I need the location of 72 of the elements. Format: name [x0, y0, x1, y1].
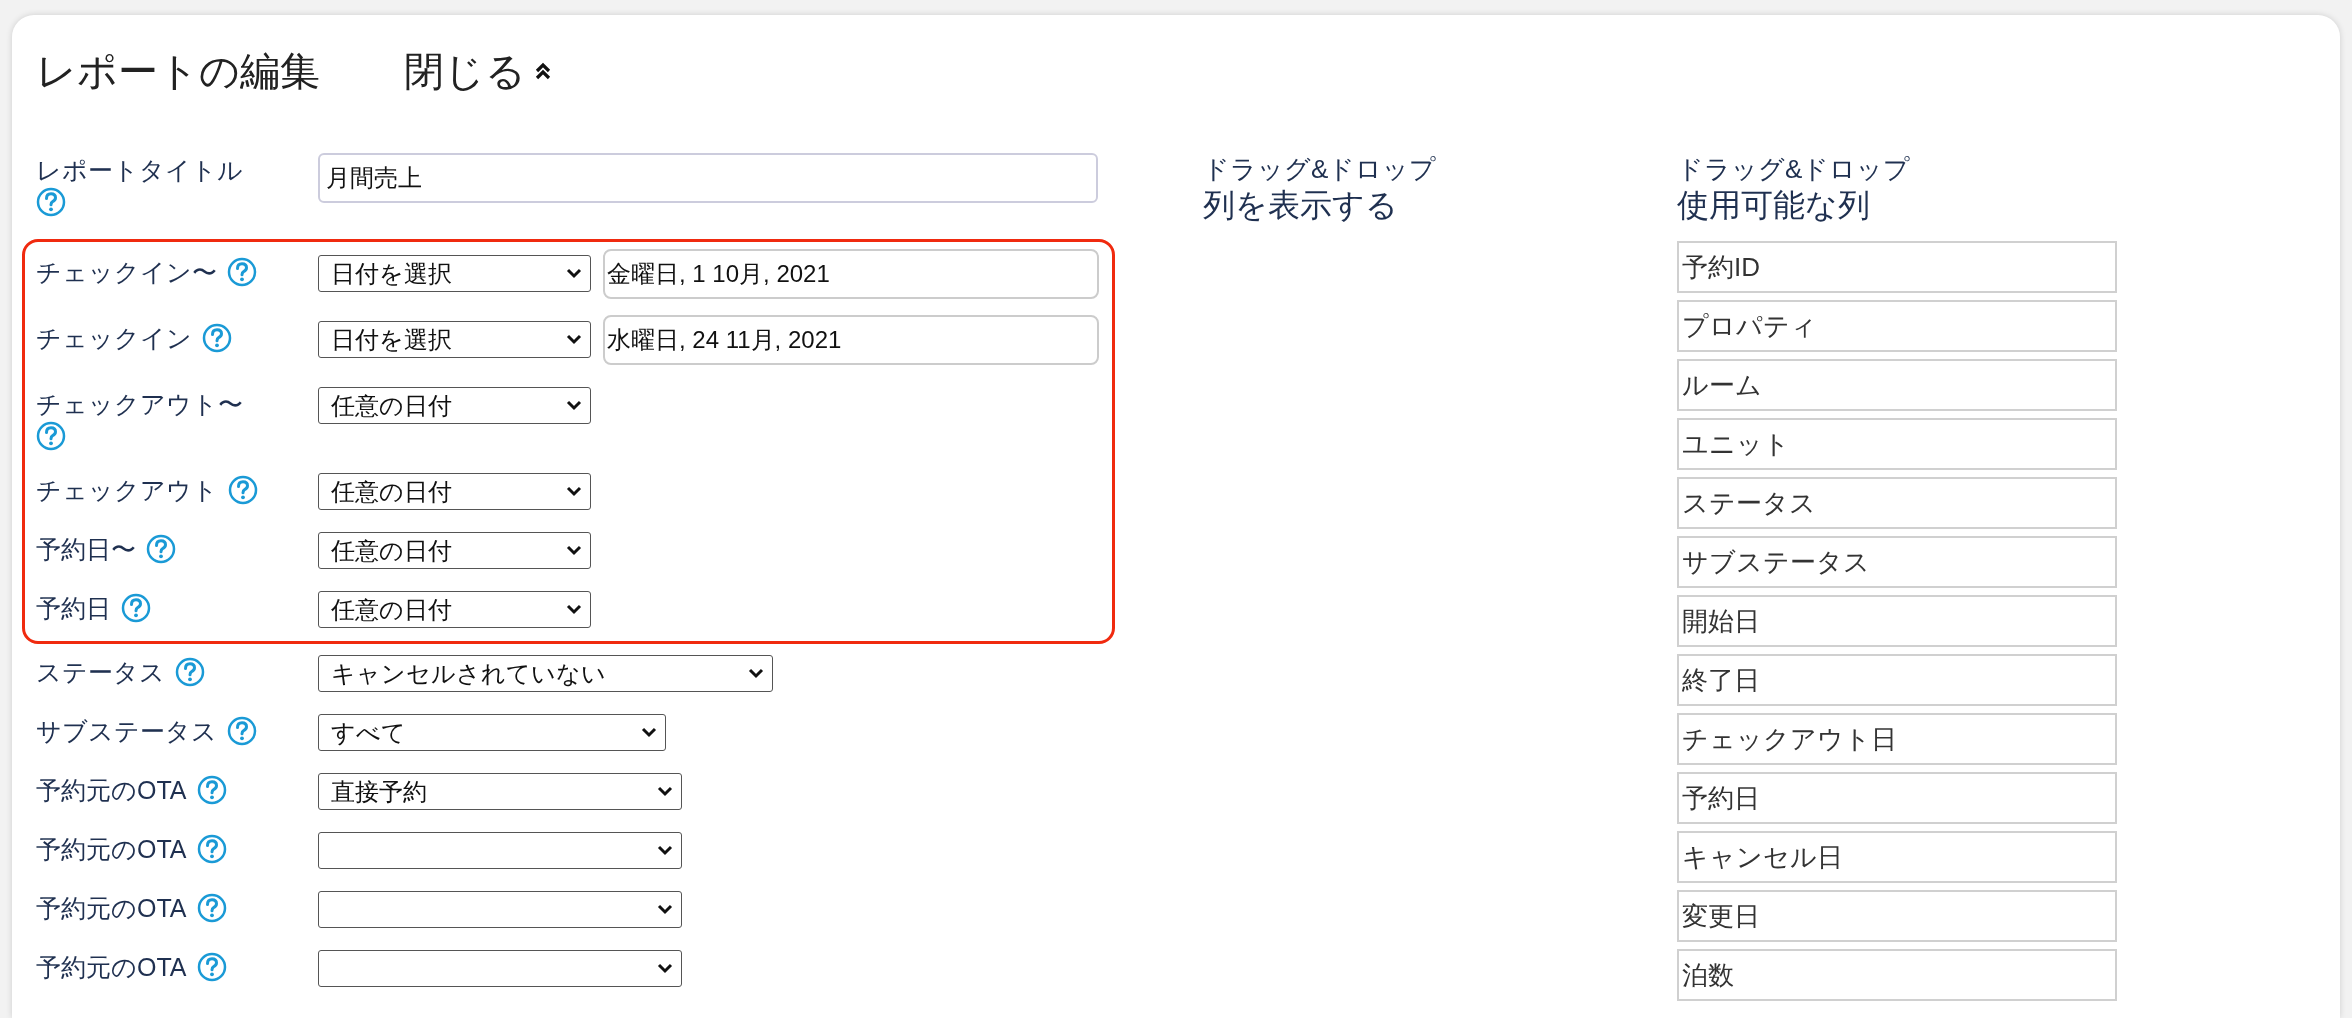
help-icon[interactable]: [36, 421, 66, 451]
drag-hint: ドラッグ&ドロップ: [1203, 153, 1438, 185]
help-icon[interactable]: [202, 323, 232, 353]
help-icon[interactable]: [196, 834, 227, 864]
chevron-icon: [748, 668, 764, 679]
chevron-icon: [566, 486, 582, 497]
column-item[interactable]: 開始日: [1677, 595, 2117, 647]
chevron-icon: [657, 963, 673, 974]
page-title: レポートの編集: [36, 48, 320, 95]
field-label: 予約元のOTA: [36, 893, 187, 924]
chevron-icon: [641, 727, 657, 738]
field-label: チェックイン〜: [36, 257, 217, 288]
help-icon[interactable]: [196, 893, 227, 923]
chevron-icon: [566, 545, 582, 556]
select-field[interactable]: 直接予約: [318, 773, 682, 810]
select-field[interactable]: すべて: [318, 714, 666, 751]
column-item[interactable]: ステータス: [1677, 477, 2117, 529]
drag-hint: ドラッグ&ドロップ: [1677, 153, 1912, 185]
select-field[interactable]: 任意の日付: [318, 387, 591, 424]
column-heading: 使用可能な列: [1677, 186, 1871, 225]
select-field[interactable]: 任意の日付: [318, 591, 591, 628]
field-label: レポートタイトル: [36, 155, 243, 186]
close-toggle[interactable]: 閉じる: [404, 41, 552, 101]
select-field[interactable]: [318, 891, 682, 928]
date-input[interactable]: 水曜日, 24 11月, 2021: [603, 315, 1099, 365]
help-icon[interactable]: [175, 657, 205, 687]
column-item[interactable]: ユニット: [1677, 418, 2117, 470]
help-icon[interactable]: [146, 534, 176, 564]
column-item[interactable]: 予約日: [1677, 772, 2117, 824]
field-label: 予約元のOTA: [36, 834, 187, 865]
chevron-icon: [566, 604, 582, 615]
select-field[interactable]: 任意の日付: [318, 473, 591, 510]
help-icon[interactable]: [36, 187, 66, 217]
select-field[interactable]: 任意の日付: [318, 532, 591, 569]
select-field[interactable]: キャンセルされていない: [318, 655, 773, 692]
field-label: チェックアウト〜: [36, 389, 243, 420]
field-label: サブステータス: [36, 716, 217, 747]
column-item[interactable]: キャンセル日: [1677, 831, 2117, 883]
column-item[interactable]: ルーム: [1677, 359, 2117, 411]
field-label: チェックイン: [36, 323, 192, 354]
chevron-icon: [566, 400, 582, 411]
help-icon[interactable]: [121, 593, 151, 623]
field-label: チェックアウト: [36, 475, 218, 506]
column-item[interactable]: プロパティ: [1677, 300, 2117, 352]
chevron-icon: [566, 268, 582, 279]
chevron-icon: [657, 904, 673, 915]
column-item[interactable]: 泊数: [1677, 949, 2117, 1001]
select-field[interactable]: 日付を選択: [318, 321, 591, 358]
help-icon[interactable]: [196, 775, 227, 805]
column-item[interactable]: サブステータス: [1677, 536, 2117, 588]
field-label: 予約日: [36, 593, 111, 624]
chevron-icon: [657, 845, 673, 856]
date-input[interactable]: 金曜日, 1 10月, 2021: [603, 249, 1099, 299]
field-label: 予約元のOTA: [36, 952, 187, 983]
column-item[interactable]: 終了日: [1677, 654, 2117, 706]
help-icon[interactable]: [228, 475, 258, 505]
field-label: ステータス: [36, 657, 165, 688]
field-label: 予約日〜: [36, 534, 136, 565]
help-icon[interactable]: [227, 716, 257, 746]
help-icon[interactable]: [196, 952, 227, 982]
chevron-icon: [566, 334, 582, 345]
select-field[interactable]: [318, 832, 682, 869]
select-field[interactable]: [318, 950, 682, 987]
field-label: 予約元のOTA: [36, 775, 187, 806]
help-icon[interactable]: [227, 257, 257, 287]
column-heading: 列を表示する: [1203, 186, 1399, 225]
title-input[interactable]: 月間売上: [318, 153, 1098, 203]
column-item[interactable]: 変更日: [1677, 890, 2117, 942]
select-field[interactable]: 日付を選択: [318, 255, 591, 292]
column-item[interactable]: チェックアウト日: [1677, 713, 2117, 765]
chevron-icon: [657, 786, 673, 797]
column-item[interactable]: 予約ID: [1677, 241, 2117, 293]
